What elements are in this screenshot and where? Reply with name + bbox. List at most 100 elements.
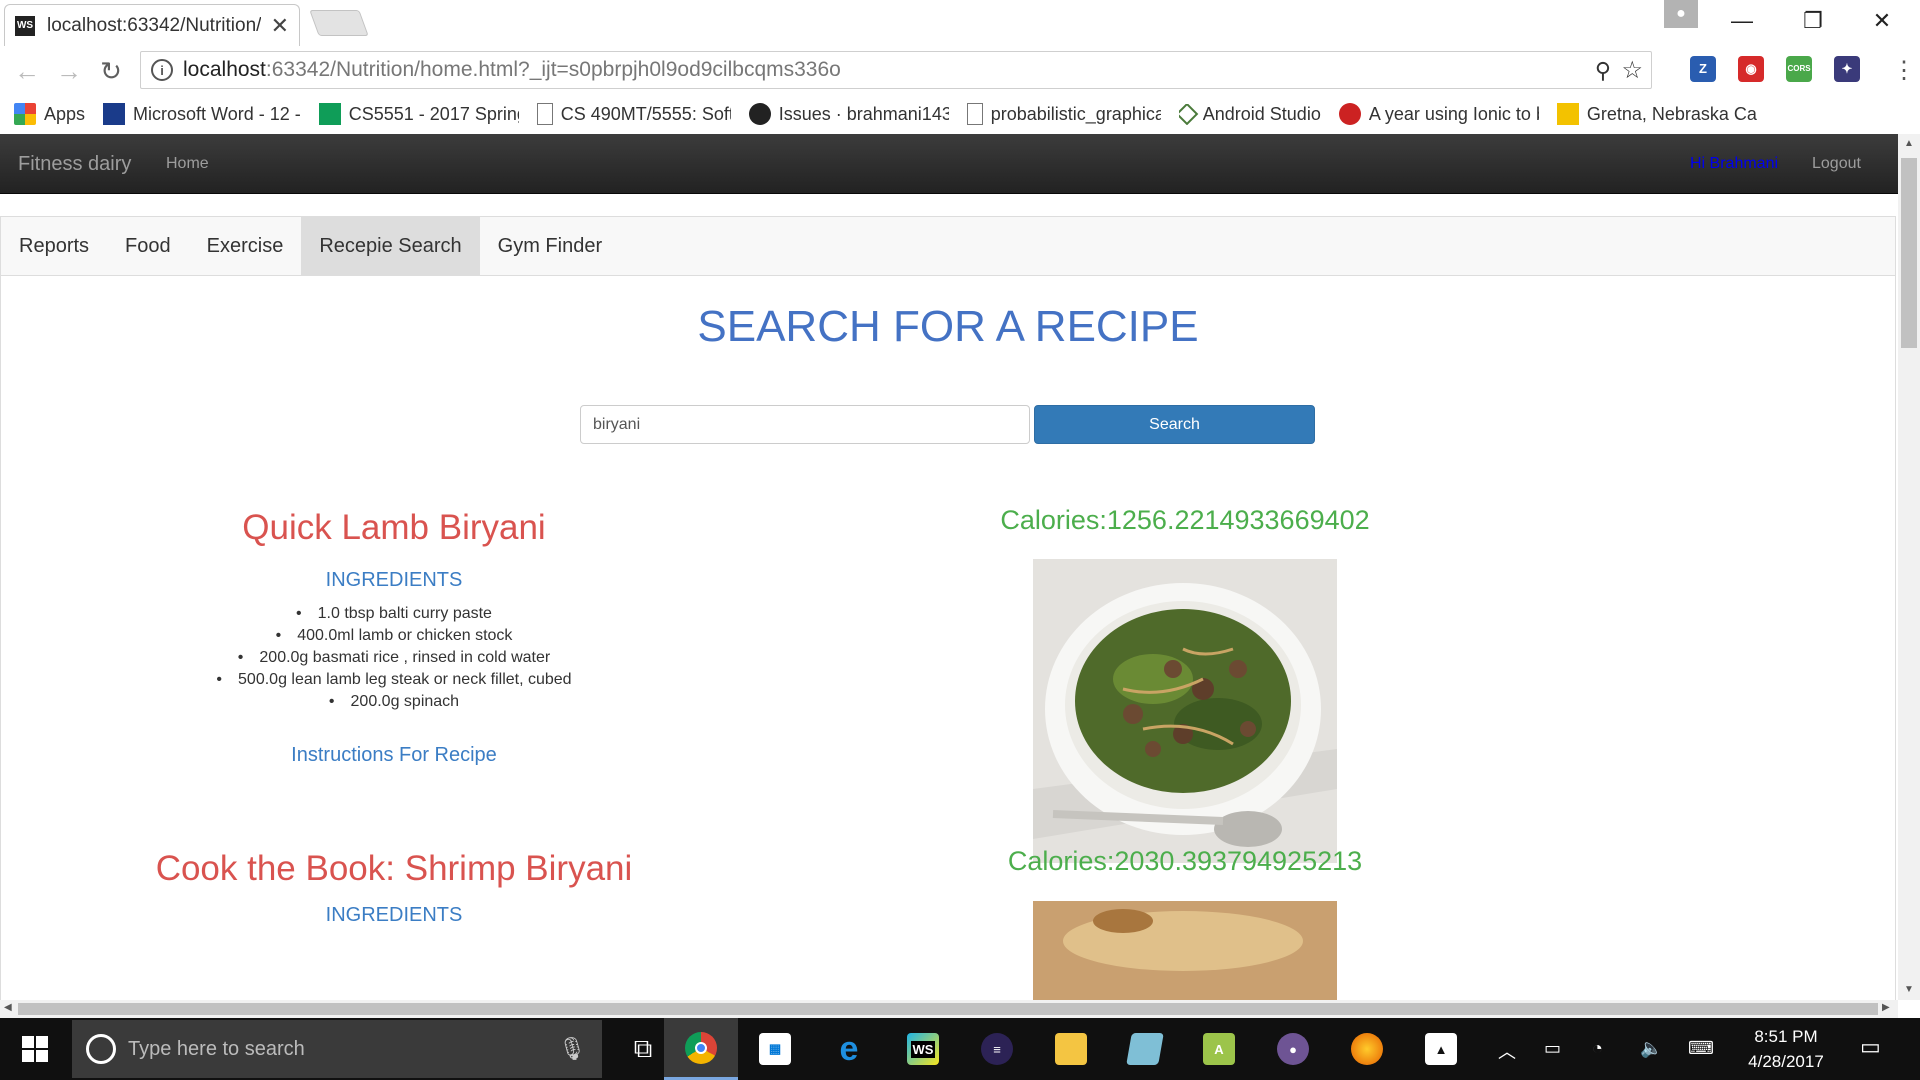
nav-home-link[interactable]: Home [166,155,209,173]
forward-arrow-icon[interactable]: → [52,54,86,88]
wifi-icon[interactable]: ◔ [1592,1038,1603,1059]
notes-taskbar-icon[interactable] [1108,1018,1182,1080]
minimize-icon[interactable]: — [1722,6,1762,36]
browser-toolbar: ← → ↻ i localhost:63342/Nutrition/home.h… [0,46,1920,94]
recipe-image [1033,901,1337,1000]
back-arrow-icon[interactable]: ← [10,54,44,88]
horizontal-scroll-thumb[interactable] [18,1003,1878,1015]
search-button[interactable]: Search [1034,405,1315,444]
clock-time: 8:51 PM [1754,1027,1818,1046]
tab-gym-finder[interactable]: Gym Finder [480,217,620,275]
recipe-title: Cook the Book: Shrimp Biryani [155,849,633,888]
scroll-up-icon[interactable]: ▲ [1904,138,1914,149]
bookmark-label: A year using Ionic to b [1368,103,1539,124]
camera-icon [1556,103,1579,125]
instructions-link[interactable]: Instructions For Recipe [0,744,788,767]
volume-icon[interactable]: 🔈 [1640,1038,1662,1059]
bookmark-item[interactable]: Issues · brahmani143/ [748,103,949,125]
page-icon [966,103,983,125]
chrome-menu-icon[interactable]: ⋮ [1892,56,1916,85]
battery-icon[interactable]: ▭ [1544,1038,1561,1059]
photos-taskbar-icon[interactable]: ▲ [1404,1018,1478,1080]
zoom-icon[interactable]: ⚲ [1595,58,1611,84]
scroll-left-icon[interactable]: ◀ [4,1002,12,1013]
page-heading: SEARCH FOR A RECIPE [697,302,1199,351]
browser-tab-strip: WS localhost:63342/Nutrition/home.html?_… [0,0,1920,46]
system-clock[interactable]: 8:51 PM 4/28/2017 [1726,1024,1846,1074]
bookmark-label: Issues · brahmani143/ [778,103,949,124]
webstorm-taskbar-icon[interactable]: WS [886,1018,960,1080]
tab-close-icon[interactable]: ✕ [271,13,289,39]
address-bar[interactable]: i localhost:63342/Nutrition/home.html?_i… [140,51,1652,89]
recipe-title: Quick Lamb Biryani [242,508,546,547]
profile-avatar-icon[interactable]: ● [1664,0,1698,28]
bookmark-star-icon[interactable]: ☆ [1621,56,1643,85]
taskbar-search-box[interactable]: Type here to search 🎙 [72,1020,602,1078]
recipe-search-input[interactable]: biryani [580,405,1030,444]
new-tab-button[interactable] [309,10,369,36]
bookmark-item[interactable]: CS5551 - 2017 Spring [318,103,519,125]
user-greeting[interactable]: Hi Brahmani [1690,155,1778,173]
android-studio-taskbar-icon[interactable]: A [1182,1018,1256,1080]
extension-icon[interactable]: ✦ [1834,56,1860,82]
tab-title: localhost:63342/Nutrition/home.html?_ijt… [47,14,261,36]
bookmark-item[interactable]: Android Studio [1178,103,1321,125]
tab-recepie-search[interactable]: Recepie Search [301,217,480,275]
vertical-scroll-thumb[interactable] [1901,158,1917,348]
bookmark-label: Gretna, Nebraska Cam [1586,103,1757,124]
bookmark-item[interactable]: Gretna, Nebraska Cam [1556,103,1757,125]
horizontal-scrollbar[interactable]: ◀ ▶ [0,1000,1898,1018]
calories-label: Calories:2030.393794925213 [1007,846,1363,876]
page-icon [536,103,553,125]
page-viewport: Fitness dairy Home Hi Brahmani Logout Re… [0,134,1898,1000]
bookmark-item[interactable]: CS 490MT/5555: Softv [536,103,731,125]
brand-link[interactable]: Fitness dairy [18,153,131,176]
ingredients-list: 1.0 tbsp balti curry paste 400.0ml lamb … [0,603,788,713]
android-studio-icon [1178,103,1199,125]
site-info-icon[interactable]: i [151,59,173,81]
keyboard-icon[interactable]: ⌨ [1688,1038,1714,1059]
sheets-icon [318,103,341,125]
vertical-scrollbar[interactable]: ▲ ▼ [1898,134,1920,1000]
chrome-taskbar-icon[interactable] [664,1018,738,1080]
show-hidden-icons-icon[interactable]: ︿ [1498,1038,1516,1064]
taskbar-search-placeholder: Type here to search [128,1037,305,1060]
extension-icon[interactable]: CORS [1786,56,1812,82]
edge-taskbar-icon[interactable]: e [812,1018,886,1080]
action-center-icon[interactable]: ▭ [1860,1034,1881,1060]
bookmark-item[interactable]: Apps [14,103,85,125]
bookmark-item[interactable]: A year using Ionic to b [1338,103,1539,125]
tab-reports[interactable]: Reports [1,217,107,275]
clock-date: 4/28/2017 [1748,1052,1824,1071]
url-text: localhost:63342/Nutrition/home.html?_ijt… [183,58,841,81]
logout-link[interactable]: Logout [1812,155,1861,173]
cortana-icon [86,1034,116,1064]
recipe-image [1033,559,1337,863]
extension-icon[interactable]: Z [1690,56,1716,82]
apps-grid-icon [14,103,36,125]
scroll-right-icon[interactable]: ▶ [1882,1002,1890,1013]
eclipse-taskbar-icon[interactable]: ≡ [960,1018,1034,1080]
windows-start-icon[interactable] [0,1018,70,1080]
scroll-down-icon[interactable]: ▼ [1904,984,1914,995]
file-explorer-taskbar-icon[interactable] [1034,1018,1108,1080]
microphone-icon[interactable]: 🎙 [558,1036,586,1062]
github-taskbar-icon[interactable]: ● [1256,1018,1330,1080]
browser-tab[interactable]: WS localhost:63342/Nutrition/home.html?_… [4,4,300,46]
site-navbar: Fitness dairy Home Hi Brahmani Logout [0,134,1898,194]
bookmark-label: Apps [44,103,86,124]
github-icon [748,103,771,125]
bookmark-item[interactable]: probabilistic_graphica [966,103,1161,125]
ingredients-heading: INGREDIENTS [325,904,463,926]
extension-icon[interactable]: ◉ [1738,56,1764,82]
reload-icon[interactable]: ↻ [94,54,128,88]
bookmark-item[interactable]: Microsoft Word - 12 - [103,103,301,125]
window-close-icon[interactable]: ✕ [1862,6,1902,36]
tab-exercise[interactable]: Exercise [189,217,302,275]
bookmark-label: probabilistic_graphica [990,103,1161,124]
firefox-taskbar-icon[interactable] [1330,1018,1404,1080]
store-taskbar-icon[interactable]: ▦ [738,1018,812,1080]
ingredient-item: 200.0g spinach [0,691,788,713]
tab-food[interactable]: Food [107,217,189,275]
restore-icon[interactable]: ❐ [1793,6,1833,36]
